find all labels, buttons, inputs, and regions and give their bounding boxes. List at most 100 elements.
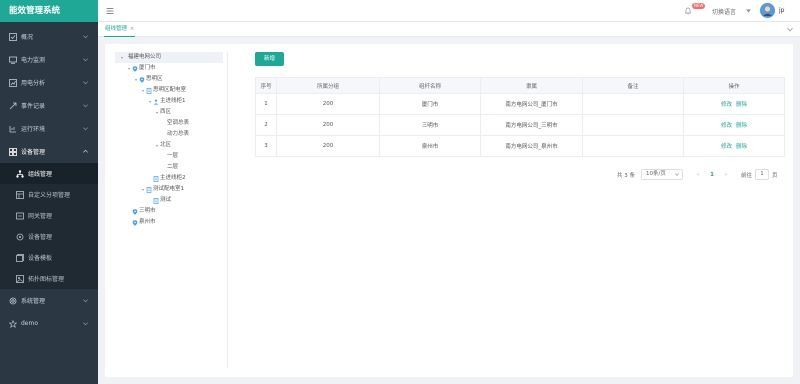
template-icon (16, 253, 24, 262)
tree-node-label: 北区 (160, 142, 172, 148)
add-button[interactable]: 新增 (255, 52, 284, 66)
location-pin-icon (132, 65, 138, 72)
delete-link[interactable]: 删除 (736, 144, 747, 150)
sidebar-item-device-management[interactable]: 设备管理 (0, 140, 98, 163)
username[interactable]: jp (779, 7, 784, 14)
sidebar-item-label: 事件记录 (21, 103, 46, 110)
page-size-value: 10条/页 (646, 171, 666, 177)
delete-link[interactable]: 删除 (736, 123, 747, 129)
cell-name: 三明市 (379, 114, 481, 136)
device-manage-icon (16, 233, 24, 241)
cell-group: 200 (276, 93, 380, 115)
sidebar-menu: 概况 电力监测 用电分析 事件记录 运行环境 设备管理 (0, 25, 98, 163)
sidebar-item-label: 设备模板 (28, 255, 53, 262)
tree-node[interactable]: ▾ 厦门市 (115, 63, 223, 74)
cell-name: 泉州市 (379, 135, 481, 157)
tree-node[interactable]: 空调总表 (115, 118, 223, 129)
tree-node[interactable]: ▾ 测试配电室1 (115, 184, 223, 195)
col-header: 隶属 (480, 77, 583, 94)
table-header-row: 序号 所属分组 组杆名称 隶属 备注 操作 (255, 77, 785, 94)
tree-node-label: 西区 (160, 109, 172, 115)
new-badge: NEW (692, 3, 706, 9)
tab-label: 组线管理 (105, 26, 128, 32)
page-number[interactable]: 1 (705, 172, 719, 178)
sidebar-item-label: 概况 (21, 34, 34, 41)
gateway-icon (16, 212, 24, 220)
sidebar: 能效管理系统 概况 电力监测 用电分析 事件记录 运行环境 设备管理 组线管理 … (0, 0, 98, 384)
caret-down-icon[interactable]: ▾ (119, 52, 125, 63)
cell-remark (582, 114, 684, 136)
sidebar-item-demo[interactable]: demo (0, 312, 98, 335)
sidebar-item-label: 设备管理 (28, 234, 53, 241)
tree-node[interactable]: 主进线柜2 (115, 173, 223, 184)
tree-node[interactable]: ▾ 福建电网公司 (115, 52, 223, 63)
tree-node[interactable]: ▾ 思明区 (115, 74, 223, 85)
sidebar-item-power-monitor[interactable]: 电力监测 (0, 48, 98, 71)
avatar[interactable] (760, 3, 775, 18)
hamburger-icon[interactable] (106, 7, 114, 15)
tree-node[interactable]: 测试 (115, 195, 223, 206)
tree-node[interactable]: 动力总表 (115, 129, 223, 140)
data-table: 序号 所属分组 组杆名称 隶属 备注 操作 1 200 厦门市 南方电网公司_厦… (255, 77, 785, 157)
col-header: 所属分组 (276, 77, 380, 94)
chevron-down-icon (83, 299, 88, 303)
goto-label: 前往 (741, 172, 753, 179)
chevron-down-icon (83, 81, 88, 85)
tree-node-label: 主进线柜2 (160, 175, 186, 181)
tree-node[interactable]: ▾ 主进线柜1 (115, 96, 223, 107)
next-page-button[interactable]: › (719, 172, 733, 178)
delete-link[interactable]: 删除 (736, 102, 747, 108)
cabinet-icon (153, 99, 159, 105)
device-icon (9, 147, 17, 156)
building-icon (153, 197, 159, 204)
sidebar-subitem-gateway[interactable]: 网关管理 (0, 205, 98, 226)
page-size-select[interactable]: 10条/页 (641, 169, 683, 180)
sidebar-submenu: 组线管理 自定义分项管理 网关管理 设备管理 设备模板 拓扑图标管理 (0, 163, 98, 289)
tab-network-management[interactable]: 组线管理 × (104, 24, 136, 37)
tree-node[interactable]: ▾ 北区 (115, 140, 223, 151)
tree-node-label: 测试配电室1 (153, 186, 184, 192)
tree-node[interactable]: ▾ 西区 (115, 107, 223, 118)
sidebar-item-system[interactable]: 系统管理 (0, 289, 98, 312)
tree-node[interactable]: 二层 (115, 162, 223, 173)
cell-actions: 修改 删除 (683, 135, 785, 157)
tree-node-label: 主进线柜1 (160, 98, 186, 104)
table-row: 3 200 泉州市 南方电网公司_泉州市 修改 删除 (255, 135, 785, 157)
sidebar-item-usage-analysis[interactable]: 用电分析 (0, 71, 98, 94)
edit-link[interactable]: 修改 (721, 102, 732, 108)
cell-no: 3 (255, 135, 277, 157)
sidebar-item-overview[interactable]: 概况 (0, 25, 98, 48)
sidebar-item-event-log[interactable]: 事件记录 (0, 94, 98, 117)
tree-node[interactable]: ▾ 思明区配电室 (115, 85, 223, 96)
analysis-icon (9, 78, 17, 87)
language-switch[interactable]: 切换语言 (712, 7, 736, 16)
cell-name: 厦门市 (379, 93, 481, 115)
col-header: 备注 (582, 77, 684, 94)
sidebar-subitem-device[interactable]: 设备管理 (0, 226, 98, 247)
tree-node[interactable]: 泉州市 (115, 217, 223, 228)
goto-page-input[interactable]: 1 (755, 169, 770, 180)
tree-node[interactable]: 一层 (115, 151, 223, 162)
edit-link[interactable]: 修改 (721, 123, 732, 129)
sidebar-item-label: 拓扑图标管理 (28, 276, 65, 283)
tree-node-label: 动力总表 (167, 131, 190, 137)
sidebar-item-label: 设备管理 (21, 149, 46, 156)
edit-link[interactable]: 修改 (721, 144, 732, 150)
chevron-down-icon (83, 104, 88, 108)
sidebar-subitem-network[interactable]: 组线管理 (0, 163, 98, 184)
chevron-down-icon[interactable] (787, 27, 793, 32)
close-icon[interactable]: × (130, 26, 134, 32)
main-card: ▾ 福建电网公司 ▾ 厦门市 ▾ 思明区 ▾ 思明区配电室 ▾ 主进线柜1 ▾ 西区 空调总表 动力总表 ▾… (105, 44, 793, 377)
sidebar-subitem-topology[interactable]: 拓扑图标管理 (0, 268, 98, 289)
tree-node-label: 一层 (167, 153, 179, 159)
sidebar-subitem-template[interactable]: 设备模板 (0, 247, 98, 268)
chevron-down-icon (675, 173, 679, 176)
sidebar-item-environment[interactable]: 运行环境 (0, 117, 98, 140)
chevron-down-icon (83, 127, 88, 131)
tree-node[interactable]: 三明市 (115, 206, 223, 217)
tree-node-label: 思明区配电室 (153, 87, 187, 93)
sidebar-subitem-custom-items[interactable]: 自定义分项管理 (0, 184, 98, 205)
topbar: NEW 切换语言 jp (98, 0, 800, 22)
notification-bell-icon[interactable] (684, 7, 692, 15)
prev-page-button[interactable]: ‹ (691, 172, 705, 178)
